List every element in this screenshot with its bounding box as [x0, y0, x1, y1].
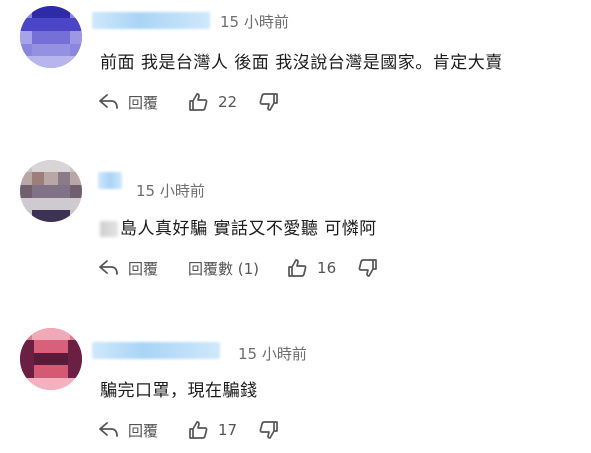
- like-button[interactable]: 22: [188, 92, 237, 112]
- reply-arrow-icon: [98, 93, 120, 111]
- reply-count-label: 回覆數 (1): [188, 259, 260, 278]
- comment-item: 15 小時前 前面 我是台灣人 後面 我沒說台灣是國家。肯定大賣 回覆 22: [0, 0, 591, 150]
- comment-actions: 回覆 22: [98, 90, 279, 114]
- username-redacted[interactable]: [92, 12, 210, 29]
- thumbs-down-icon: [257, 92, 279, 112]
- comment-timestamp: 15 小時前: [238, 345, 307, 363]
- comment-text: 騙完口罩，現在騙錢: [100, 381, 258, 401]
- reply-arrow-icon: [98, 421, 120, 439]
- comment-actions: 回覆 17: [98, 418, 279, 442]
- dislike-button[interactable]: [257, 420, 279, 440]
- like-count: 17: [218, 421, 238, 439]
- username-redacted[interactable]: [98, 172, 122, 189]
- thumbs-up-icon: [188, 92, 210, 112]
- comment-timestamp: 15 小時前: [220, 13, 289, 31]
- comment-actions: 回覆 回覆數 (1) 16: [98, 256, 378, 280]
- comments-page: 15 小時前 前面 我是台灣人 後面 我沒說台灣是國家。肯定大賣 回覆 22 1…: [0, 0, 591, 453]
- reply-arrow-icon: [98, 259, 120, 277]
- thumbs-up-icon: [188, 420, 210, 440]
- avatar[interactable]: [20, 160, 82, 222]
- redacted-text: [100, 221, 118, 237]
- comment-text: 島人真好騙 實話又不愛聽 可憐阿: [100, 214, 377, 239]
- reply-label: 回覆: [128, 421, 159, 440]
- like-count: 22: [218, 93, 238, 111]
- comment-text: 前面 我是台灣人 後面 我沒說台灣是國家。肯定大賣: [100, 53, 503, 73]
- reply-button[interactable]: 回覆: [98, 258, 158, 279]
- comment-item: 15 小時前 騙完口罩，現在騙錢 回覆 17: [0, 310, 591, 453]
- like-button[interactable]: 17: [188, 420, 237, 440]
- dislike-button[interactable]: [257, 92, 279, 112]
- comment-timestamp: 15 小時前: [136, 182, 205, 200]
- thumbs-down-icon: [257, 420, 279, 440]
- dislike-button[interactable]: [356, 258, 378, 278]
- username-redacted[interactable]: [92, 342, 220, 359]
- avatar[interactable]: [20, 328, 82, 390]
- like-button[interactable]: 16: [287, 258, 336, 278]
- thumbs-down-icon: [356, 258, 378, 278]
- reply-button[interactable]: 回覆: [98, 420, 158, 441]
- avatar[interactable]: [20, 6, 82, 68]
- comment-text-body: 島人真好騙 實話又不愛聽 可憐阿: [120, 219, 377, 239]
- reply-label: 回覆: [128, 93, 159, 112]
- reply-label: 回覆: [128, 259, 159, 278]
- view-replies-button[interactable]: 回覆數 (1): [188, 258, 259, 279]
- comment-item: 15 小時前 島人真好騙 實話又不愛聽 可憐阿 回覆 回覆數 (1) 16: [0, 150, 591, 310]
- thumbs-up-icon: [287, 258, 309, 278]
- like-count: 16: [317, 259, 337, 277]
- reply-button[interactable]: 回覆: [98, 92, 158, 113]
